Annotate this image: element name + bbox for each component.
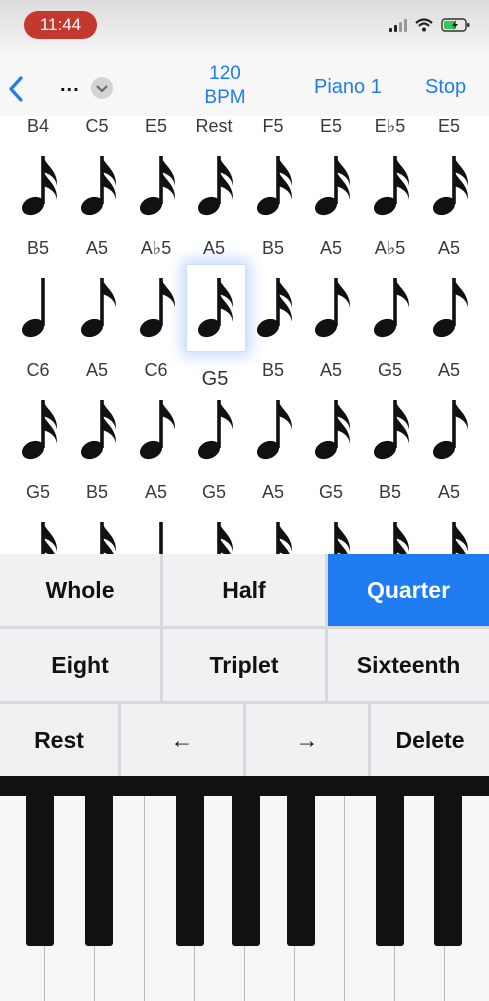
whole-button[interactable]: Whole [0,554,160,626]
note-label: G5 [201,482,226,502]
signal-icon [389,18,407,32]
cursor-right-button[interactable]: → [246,704,368,776]
note-label: Rest [195,116,233,136]
note-label: G5 [25,482,50,502]
eighth-note-icon[interactable] [421,274,477,344]
note-label: F5 [262,116,284,136]
piano-black-key[interactable] [376,796,404,946]
note-label: E5 [144,116,168,136]
piano-keyboard[interactable] [0,776,489,1001]
chevron-left-icon[interactable] [6,74,26,104]
note-label: A5 [319,238,343,258]
selected-note-label: G5 [201,368,229,390]
note-label: C6 [144,360,168,380]
sixteenth-note-icon[interactable] [362,152,418,222]
sixteenth-note-icon[interactable] [69,518,125,554]
quarter-button[interactable]: Quarter [328,554,489,626]
instrument-button[interactable]: Piano 1 [314,76,382,99]
triplet-button[interactable]: Triplet [163,629,325,701]
sixteenth-note-icon[interactable] [303,396,359,466]
sixteenth-note-icon[interactable] [10,518,66,554]
sixteenth-note-icon[interactable] [303,518,359,554]
wifi-icon [415,18,433,32]
note-label: E5 [437,116,461,136]
sixteenth-note-icon[interactable] [245,274,301,344]
note-label: E5 [319,116,343,136]
sixteenth-note-icon[interactable] [10,396,66,466]
eighth-note-icon[interactable] [245,396,301,466]
note-label: A5 [85,360,109,380]
quarter-note-icon[interactable] [128,518,184,554]
status-icons [389,14,471,36]
eighth-note-icon[interactable] [362,274,418,344]
note-label: A5 [437,238,461,258]
eighth-note-icon[interactable] [303,274,359,344]
sixteenth-note-icon[interactable] [10,152,66,222]
note-label: G5 [377,360,402,380]
battery-icon [441,18,470,32]
half-button[interactable]: Half [163,554,325,626]
piano-black-key[interactable] [26,796,54,946]
eighth-note-icon[interactable] [186,396,242,466]
piano-black-key[interactable] [232,796,260,946]
sixteenth-note-icon[interactable] [303,152,359,222]
note-label: G5 [318,482,343,502]
sixteenth-note-icon[interactable] [69,152,125,222]
sixteenth-note-icon[interactable] [128,152,184,222]
piano-black-key[interactable] [434,796,462,946]
note-label: B5 [261,238,285,258]
stop-button[interactable]: Stop [425,76,466,99]
sixteenth-note-icon[interactable] [245,152,301,222]
piano-black-key[interactable] [287,796,315,946]
quarter-note-icon[interactable] [10,274,66,344]
note-label: A♭5 [140,238,172,258]
note-label: B5 [378,482,402,502]
note-label: C6 [26,360,50,380]
eighth-note-icon[interactable] [69,274,125,344]
note-label: A5 [202,238,226,258]
duration-keypad: Whole Half Quarter Eight Triplet Sixteen… [0,554,489,776]
status-time: 11:44 [24,11,97,39]
sixteenth-button[interactable]: Sixteenth [328,629,489,701]
eighth-note-icon[interactable] [421,396,477,466]
piano-black-key[interactable] [85,796,113,946]
sixteenth-note-icon[interactable] [421,152,477,222]
note-label: C5 [85,116,109,136]
eighth-button[interactable]: Eight [0,629,160,701]
tempo-button[interactable]: 120 BPM [190,62,260,110]
note-label: A5 [85,238,109,258]
note-label: B5 [261,360,285,380]
sixteenth-note-icon[interactable] [245,518,301,554]
sixteenth-note-icon[interactable] [186,274,242,344]
eighth-note-icon[interactable] [128,396,184,466]
sixteenth-note-icon[interactable] [362,518,418,554]
note-label: B4 [26,116,50,136]
sixteenth-note-icon[interactable] [421,518,477,554]
chevron-down-icon[interactable] [91,77,113,99]
note-label: B5 [26,238,50,258]
note-label: E♭5 [374,116,406,136]
note-label: A5 [319,360,343,380]
note-label: B5 [85,482,109,502]
sixteenth-note-icon[interactable] [362,396,418,466]
nav-bar: ... 120 BPM Piano 1 Stop [0,52,489,116]
sixteenth-note-icon[interactable] [186,518,242,554]
notes-grid[interactable]: G5 B4 C5 E5 Rest F5 E5 E♭5 E5 B5 A5 A♭5 A5 B5 A5 A♭5 A5… [0,116,489,554]
rest-button[interactable]: Rest [0,704,118,776]
note-label: A5 [437,482,461,502]
cursor-left-button[interactable]: ← [121,704,243,776]
note-label: A5 [437,360,461,380]
note-label: A♭5 [374,238,406,258]
eighth-note-icon[interactable] [128,274,184,344]
tempo-unit: BPM [204,87,246,108]
delete-button[interactable]: Delete [371,704,489,776]
tempo-value: 120 [209,63,241,84]
sixteenth-note-icon[interactable] [186,152,242,222]
note-label: A5 [144,482,168,502]
note-label: A5 [261,482,285,502]
more-menu-button[interactable]: ... [60,74,80,97]
status-bar: 11:44 [0,0,489,52]
sixteenth-note-icon[interactable] [69,396,125,466]
piano-black-key[interactable] [176,796,204,946]
